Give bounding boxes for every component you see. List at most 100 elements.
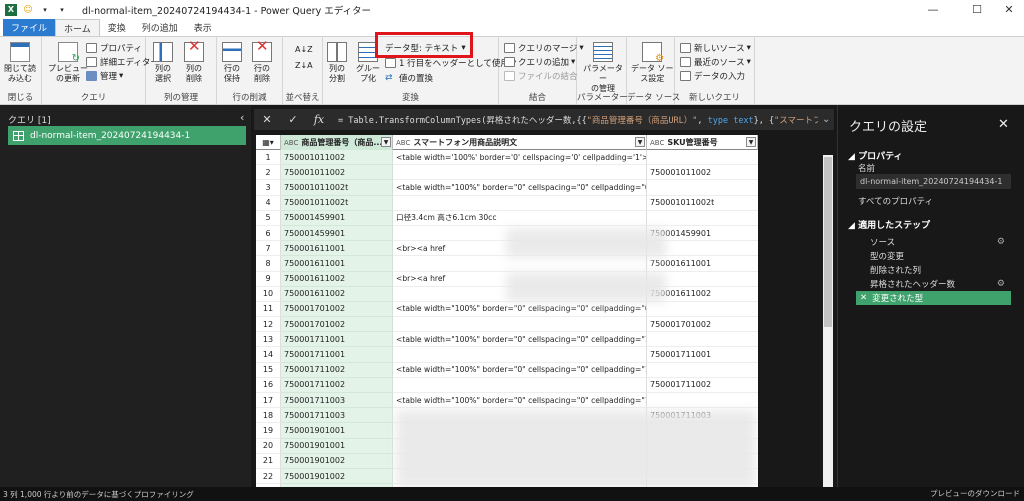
tab-home[interactable]: ホーム — [55, 19, 100, 36]
row-number[interactable]: 6 — [256, 225, 281, 242]
query-item[interactable]: dl-normal-item_20240724194434-1 — [8, 126, 246, 145]
row-number[interactable]: 11 — [256, 301, 281, 318]
cell-sku[interactable]: 750001711002 — [647, 378, 758, 393]
column-header-1[interactable]: ABC 商品管理番号（商品... ▼ — [281, 135, 393, 150]
row-number[interactable]: 13 — [256, 332, 281, 348]
cell-item-id[interactable]: 750001901002 — [281, 468, 393, 485]
cell-sku[interactable] — [647, 211, 758, 226]
column-header-2[interactable]: ABC スマートフォン用商品説明文 ▼ — [393, 135, 647, 150]
refresh-preview-button[interactable]: ↻ プレビュー の更新 — [48, 42, 88, 84]
cell-sku[interactable]: 750001701002 — [647, 317, 758, 333]
step-source[interactable]: ソース ⚙ — [856, 235, 1011, 249]
row-number[interactable]: 1 — [256, 150, 281, 166]
minimize-icon[interactable]: — — [918, 0, 948, 19]
cell-sku[interactable]: 750001011002 — [647, 165, 758, 181]
row-number[interactable]: 7 — [256, 241, 281, 257]
step-delete-icon[interactable]: ✕ — [860, 293, 867, 303]
applied-steps-section[interactable]: ◢ 適用したステップ — [848, 218, 930, 231]
step-promoted-headers[interactable]: 昇格されたヘッダー数 ⚙ — [856, 277, 1011, 291]
cell-item-id[interactable]: 750001901001 — [281, 438, 393, 454]
cell-sku[interactable]: 750001711001 — [647, 347, 758, 363]
cell-description[interactable]: <table width="100%" border="0" cellspaci… — [393, 393, 647, 409]
cell-item-id[interactable]: 750001011002 — [281, 165, 393, 181]
cell-item-id[interactable]: 750001711002 — [281, 362, 393, 378]
cell-item-id[interactable]: 750001711003 — [281, 408, 393, 424]
cell-description[interactable] — [393, 165, 647, 181]
filter-dropdown-icon[interactable]: ▼ — [635, 137, 645, 147]
choose-columns-button[interactable]: 列の 選択 — [153, 42, 173, 84]
row-number[interactable]: 14 — [256, 347, 281, 363]
recent-sources-button[interactable]: 最近のソース ▾ — [680, 56, 751, 68]
cell-item-id[interactable]: 750001901001 — [281, 423, 393, 439]
enter-data-button[interactable]: データの入力 — [680, 70, 745, 82]
cell-item-id[interactable]: 750001611002 — [281, 271, 393, 287]
maximize-icon[interactable]: ☐ — [962, 0, 992, 19]
remove-columns-button[interactable]: ✕ 列の 削除 — [184, 39, 204, 84]
formula-input[interactable]: = Table.TransformColumnTypes(昇格されたヘッダー数,… — [338, 114, 818, 126]
cell-item-id[interactable]: 750001711003 — [281, 393, 393, 409]
cell-item-id[interactable]: 750001611001 — [281, 241, 393, 257]
smiley-icon[interactable]: ☺ — [22, 4, 34, 16]
cell-sku[interactable] — [647, 302, 758, 318]
cell-sku[interactable] — [647, 332, 758, 348]
row-number[interactable]: 5 — [256, 210, 281, 226]
row-number[interactable]: 12 — [256, 317, 281, 333]
use-first-row-headers-button[interactable]: 1 行目をヘッダーとして使用▾ — [385, 57, 516, 69]
tab-file[interactable]: ファイル — [3, 19, 56, 36]
data-source-settings-button[interactable]: ⚙ データ ソー ス設定 — [631, 42, 674, 84]
cell-sku[interactable]: 750001011002t — [647, 196, 758, 211]
append-queries-button[interactable]: クエリの追加 ▾ — [504, 56, 575, 68]
chevron-down-icon[interactable]: ▾ — [39, 4, 51, 16]
table-menu-icon[interactable]: ▦▾ — [256, 135, 281, 150]
row-number[interactable]: 8 — [256, 256, 281, 272]
scrollbar-thumb[interactable] — [824, 157, 832, 327]
replace-values-button[interactable]: ⇄ 値の置換 — [385, 72, 433, 84]
cell-item-id[interactable]: 750001701002 — [281, 317, 393, 333]
cancel-formula-icon[interactable]: ✕ — [254, 113, 280, 126]
properties-button[interactable]: プロパティ — [86, 42, 142, 54]
merge-queries-button[interactable]: クエリのマージ ▾ — [504, 42, 584, 54]
cell-description[interactable]: <table width="100%" border="0" cellspaci… — [393, 180, 647, 196]
row-number[interactable]: 22 — [256, 468, 281, 485]
vertical-scrollbar[interactable] — [823, 155, 833, 487]
row-number[interactable]: 2 — [256, 165, 281, 181]
cell-sku[interactable] — [647, 150, 758, 166]
filter-dropdown-icon[interactable]: ▼ — [746, 137, 756, 147]
new-source-button[interactable]: 新しいソース ▾ — [680, 42, 751, 54]
close-icon[interactable]: ✕ — [994, 0, 1024, 19]
all-properties-link[interactable]: すべてのプロパティ — [858, 195, 933, 207]
cell-item-id[interactable]: 750001011002 — [281, 150, 393, 166]
cell-description[interactable]: <table width="100%" border="0" cellspaci… — [393, 301, 647, 318]
row-number[interactable]: 20 — [256, 438, 281, 454]
cell-description[interactable] — [393, 256, 647, 272]
cell-item-id[interactable]: 750001901002 — [281, 453, 393, 469]
row-number[interactable]: 15 — [256, 362, 281, 378]
cell-sku[interactable] — [647, 393, 758, 409]
cell-sku[interactable]: 750001611001 — [647, 256, 758, 272]
row-number[interactable]: 18 — [256, 408, 281, 424]
remove-rows-button[interactable]: ✕ 行の 削除 — [252, 39, 272, 84]
query-name-input[interactable]: dl-normal-item_20240724194434-1 — [856, 174, 1011, 189]
row-number[interactable]: 9 — [256, 271, 281, 287]
cell-item-id[interactable]: 750001701002 — [281, 301, 393, 318]
cell-description[interactable] — [393, 317, 647, 333]
cell-description[interactable]: 口径3.4cm 高さ6.1cm 30cc — [393, 210, 647, 226]
cell-item-id[interactable]: 750001711002 — [281, 377, 393, 393]
split-column-button[interactable]: 列の 分割 — [327, 42, 347, 84]
row-number[interactable]: 16 — [256, 377, 281, 393]
row-number[interactable]: 19 — [256, 423, 281, 439]
step-changed-type[interactable]: 型の変更 — [856, 249, 1011, 263]
filter-dropdown-icon[interactable]: ▼ — [381, 137, 391, 147]
step-removed-columns[interactable]: 削除された列 — [856, 263, 1011, 277]
cell-description[interactable] — [393, 347, 647, 363]
cell-item-id[interactable]: 750001611002 — [281, 286, 393, 302]
gear-icon[interactable]: ⚙ — [997, 237, 1005, 247]
collapse-pane-icon[interactable]: ‹ — [240, 111, 244, 124]
row-number[interactable]: 3 — [256, 180, 281, 196]
properties-section[interactable]: ◢ プロパティ — [848, 149, 903, 162]
cell-item-id[interactable]: 750001611001 — [281, 256, 393, 272]
cell-description[interactable]: <table width="100%" border="0" cellspaci… — [393, 362, 647, 378]
manage-parameters-button[interactable]: パラメーター の管理 — [580, 42, 626, 94]
cell-description[interactable] — [393, 377, 647, 393]
row-number[interactable]: 10 — [256, 286, 281, 302]
